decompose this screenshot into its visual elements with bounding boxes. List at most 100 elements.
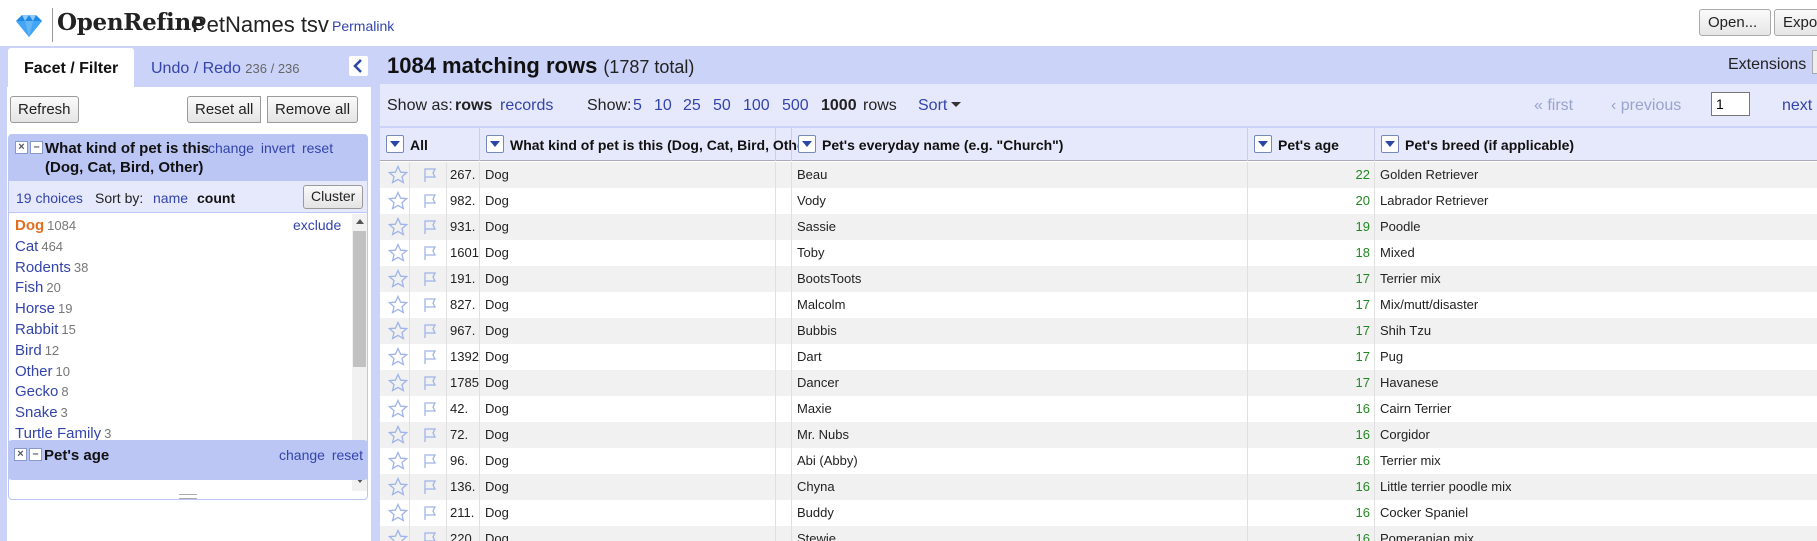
facet-choice[interactable]: Other 10 bbox=[15, 363, 70, 380]
facet-change-link[interactable]: change bbox=[279, 447, 325, 463]
cell-age[interactable]: 16 bbox=[1248, 396, 1375, 422]
cell-age[interactable]: 16 bbox=[1248, 526, 1375, 541]
export-button[interactable]: Expo bbox=[1774, 9, 1817, 36]
column-header-breed[interactable]: Pet's breed (if applicable) bbox=[1375, 128, 1817, 161]
cell-kind[interactable]: Dog bbox=[480, 266, 776, 292]
first-page-link[interactable]: « first bbox=[1534, 97, 1573, 115]
tab-undo-redo[interactable]: Undo / Redo 236 / 236 bbox=[151, 60, 300, 78]
scroll-thumb[interactable] bbox=[353, 231, 366, 367]
cell-name[interactable]: Chyna bbox=[792, 474, 1248, 500]
cell-age[interactable]: 20 bbox=[1248, 188, 1375, 214]
cell-kind[interactable]: Dog bbox=[480, 474, 776, 500]
cell-name[interactable]: Dancer bbox=[792, 370, 1248, 396]
star-icon[interactable] bbox=[387, 372, 409, 393]
star-icon[interactable] bbox=[387, 320, 409, 341]
remove-facet-icon[interactable]: × bbox=[14, 448, 27, 461]
cell-kind[interactable]: Dog bbox=[480, 188, 776, 214]
cell-breed[interactable]: Terrier mix bbox=[1375, 448, 1817, 474]
project-name[interactable]: PetNames tsv bbox=[192, 12, 329, 38]
cell-kind[interactable]: Dog bbox=[480, 448, 776, 474]
star-icon[interactable] bbox=[387, 424, 409, 445]
page-size-5[interactable]: 5 bbox=[633, 97, 642, 115]
app-name[interactable]: OpenRefine bbox=[57, 9, 206, 36]
star-icon[interactable] bbox=[387, 216, 409, 237]
page-size-100[interactable]: 100 bbox=[743, 97, 770, 115]
facet-choice[interactable]: Snake 3 bbox=[15, 404, 68, 421]
page-size-500[interactable]: 500 bbox=[782, 97, 809, 115]
facet-choice[interactable]: Gecko 8 bbox=[15, 383, 69, 400]
page-size-50[interactable]: 50 bbox=[713, 97, 731, 115]
cell-breed[interactable]: Cocker Spaniel bbox=[1375, 500, 1817, 526]
facet-choice[interactable]: Dog 1084 bbox=[15, 217, 76, 234]
show-as-rows[interactable]: rows bbox=[455, 97, 492, 115]
cell-name[interactable]: Maxie bbox=[792, 396, 1248, 422]
star-icon[interactable] bbox=[387, 346, 409, 367]
cell-breed[interactable]: Terrier mix bbox=[1375, 266, 1817, 292]
cell-kind[interactable]: Dog bbox=[480, 162, 776, 188]
star-icon[interactable] bbox=[387, 476, 409, 497]
tab-facet-filter[interactable]: Facet / Filter bbox=[8, 48, 134, 87]
scroll-up-icon[interactable] bbox=[356, 219, 364, 224]
facet-choice[interactable]: Cat 464 bbox=[15, 238, 63, 255]
reset-all-button[interactable]: Reset all bbox=[187, 96, 262, 123]
cell-age[interactable]: 16 bbox=[1248, 474, 1375, 500]
resize-handle[interactable] bbox=[179, 494, 197, 499]
cell-name[interactable]: Malcolm bbox=[792, 292, 1248, 318]
cell-kind[interactable]: Dog bbox=[480, 500, 776, 526]
facet-choice[interactable]: Fish 20 bbox=[15, 279, 61, 296]
cell-kind[interactable]: Dog bbox=[480, 240, 776, 266]
cell-name[interactable]: Buddy bbox=[792, 500, 1248, 526]
cell-name[interactable]: Abi (Abby) bbox=[792, 448, 1248, 474]
minimize-facet-icon[interactable]: – bbox=[30, 141, 43, 154]
cell-breed[interactable]: Poodle bbox=[1375, 214, 1817, 240]
facet-choice[interactable]: Horse 19 bbox=[15, 300, 72, 317]
cell-breed[interactable]: Little terrier poodle mix bbox=[1375, 474, 1817, 500]
cell-breed[interactable]: Labrador Retriever bbox=[1375, 188, 1817, 214]
page-number-input[interactable] bbox=[1711, 92, 1750, 116]
previous-page-link[interactable]: ‹ previous bbox=[1611, 97, 1681, 115]
cell-kind[interactable]: Dog bbox=[480, 214, 776, 240]
extensions-menu[interactable]: Extensions bbox=[1728, 56, 1806, 74]
column-header-age[interactable]: Pet's age bbox=[1248, 128, 1375, 161]
exclude-link[interactable]: exclude bbox=[293, 217, 341, 233]
cell-name[interactable]: Dart bbox=[792, 344, 1248, 370]
cluster-button[interactable]: Cluster bbox=[303, 185, 364, 209]
column-menu-icon[interactable] bbox=[798, 135, 816, 153]
next-page-link[interactable]: next › bbox=[1782, 97, 1817, 115]
cell-breed[interactable]: Pug bbox=[1375, 344, 1817, 370]
cell-breed[interactable]: Shih Tzu bbox=[1375, 318, 1817, 344]
cell-age[interactable]: 17 bbox=[1248, 370, 1375, 396]
cell-breed[interactable]: Golden Retriever bbox=[1375, 162, 1817, 188]
page-size-25[interactable]: 25 bbox=[683, 97, 701, 115]
column-menu-icon[interactable] bbox=[386, 135, 404, 153]
cell-name[interactable]: BootsToots bbox=[792, 266, 1248, 292]
cell-breed[interactable]: Corgidor bbox=[1375, 422, 1817, 448]
column-menu-icon[interactable] bbox=[1381, 135, 1399, 153]
star-icon[interactable] bbox=[387, 528, 409, 541]
cell-breed[interactable]: Havanese bbox=[1375, 370, 1817, 396]
facet-reset-link[interactable]: reset bbox=[302, 140, 333, 156]
choices-count[interactable]: 19 choices bbox=[16, 190, 83, 206]
star-icon[interactable] bbox=[387, 268, 409, 289]
cell-breed[interactable]: Cairn Terrier bbox=[1375, 396, 1817, 422]
cell-age[interactable]: 19 bbox=[1248, 214, 1375, 240]
cell-kind[interactable]: Dog bbox=[480, 370, 776, 396]
facet-choice[interactable]: Bird 12 bbox=[15, 342, 59, 359]
cell-name[interactable]: Sassie bbox=[792, 214, 1248, 240]
page-size-10[interactable]: 10 bbox=[654, 97, 672, 115]
column-menu-icon[interactable] bbox=[486, 135, 504, 153]
cell-age[interactable]: 17 bbox=[1248, 266, 1375, 292]
cell-name[interactable]: Mr. Nubs bbox=[792, 422, 1248, 448]
cell-age[interactable]: 18 bbox=[1248, 240, 1375, 266]
cell-age[interactable]: 17 bbox=[1248, 318, 1375, 344]
cell-breed[interactable]: Mixed bbox=[1375, 240, 1817, 266]
cell-breed[interactable]: Pomeranian mix bbox=[1375, 526, 1817, 541]
extensions-button-edge[interactable] bbox=[1812, 50, 1817, 74]
column-header-kind[interactable]: What kind of pet is this (Dog, Cat, Bird… bbox=[480, 128, 815, 161]
page-size-1000[interactable]: 1000 bbox=[821, 97, 857, 115]
cell-age[interactable]: 16 bbox=[1248, 500, 1375, 526]
minimize-facet-icon[interactable]: – bbox=[29, 448, 42, 461]
star-icon[interactable] bbox=[387, 450, 409, 471]
permalink-link[interactable]: Permalink bbox=[332, 18, 394, 34]
star-icon[interactable] bbox=[387, 164, 409, 185]
